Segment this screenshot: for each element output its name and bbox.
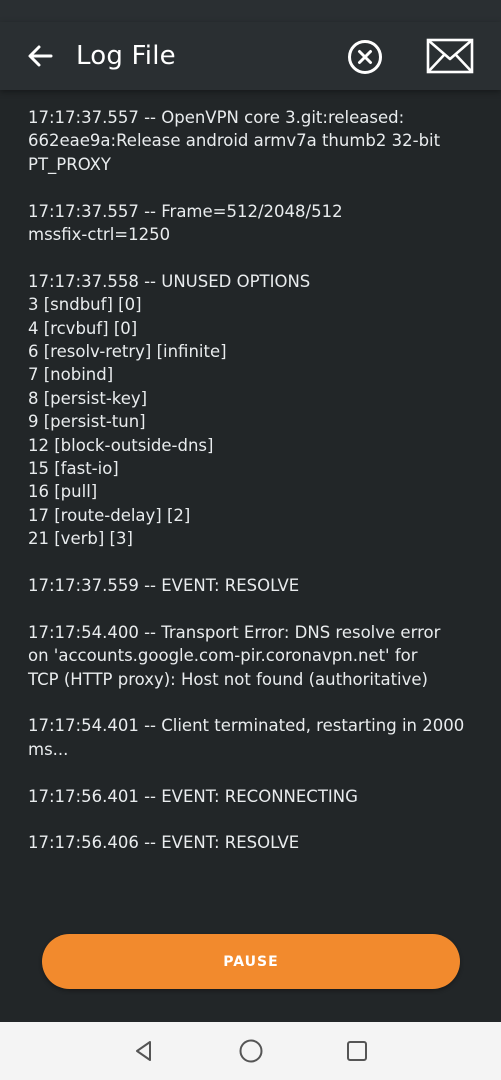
page-title: Log File — [76, 41, 176, 71]
email-log-button[interactable] — [424, 36, 476, 76]
log-entry: 17:17:54.400 -- Transport Error: DNS res… — [28, 622, 441, 689]
log-list: 17:17:37.557 -- OpenVPN core 3.git:relea… — [28, 106, 478, 878]
pause-button[interactable]: PAUSE — [42, 934, 460, 989]
log-entry: 17:17:37.557 -- Frame=512/2048/512 mssfi… — [28, 201, 343, 245]
square-recents-icon — [347, 1041, 367, 1061]
app-bar: Log File — [0, 22, 501, 90]
triangle-back-icon — [136, 1041, 151, 1061]
back-button[interactable] — [22, 38, 58, 74]
log-entry: 17:17:37.558 -- UNUSED OPTIONS 3 [sndbuf… — [28, 271, 311, 549]
log-entry: 17:17:54.401 -- Client terminated, resta… — [28, 716, 465, 759]
arrow-left-icon — [28, 45, 53, 67]
log-scroll-area[interactable]: 17:17:37.557 -- OpenVPN core 3.git:relea… — [0, 90, 501, 920]
nav-back-button[interactable] — [130, 1037, 158, 1065]
log-entry: 17:17:56.401 -- EVENT: RECONNECTING — [28, 786, 358, 806]
log-entry: 17:17:37.557 -- OpenVPN core 3.git:relea… — [28, 108, 441, 174]
system-navigation-bar — [0, 1022, 501, 1080]
nav-home-button[interactable] — [237, 1037, 265, 1065]
envelope-icon — [426, 38, 474, 74]
clear-log-button[interactable] — [346, 38, 384, 76]
circle-home-icon — [239, 1039, 263, 1063]
log-entry: 17:17:56.406 -- EVENT: RESOLVE — [28, 833, 300, 853]
status-bar — [0, 0, 501, 22]
close-circle-icon — [348, 40, 382, 74]
log-file-screen: Log File 17:17:37.557 -- OpenVPN core 3.… — [0, 0, 501, 1080]
log-entry: 17:17:37.559 -- EVENT: RESOLVE — [28, 576, 300, 596]
nav-recents-button[interactable] — [343, 1037, 371, 1065]
